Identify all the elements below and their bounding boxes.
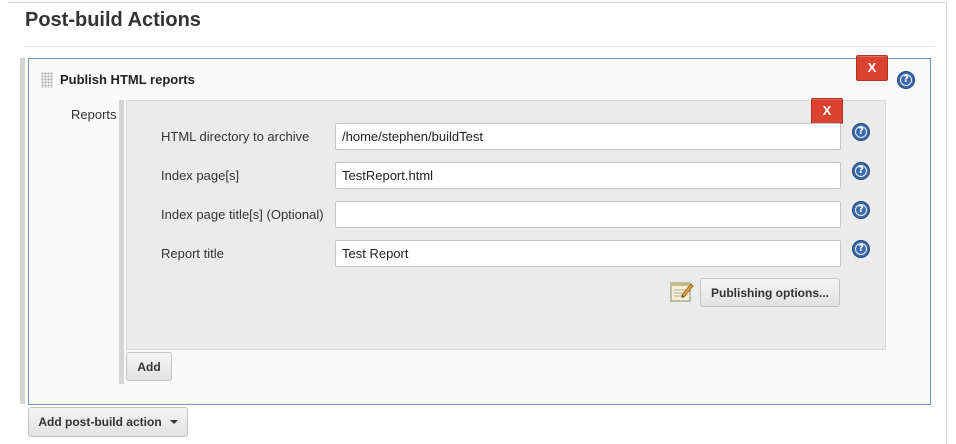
publishing-options-button[interactable]: Publishing options... xyxy=(700,278,840,307)
reports-label: Reports xyxy=(71,107,117,122)
help-icon[interactable]: ? xyxy=(897,71,915,89)
help-icon[interactable]: ? xyxy=(852,123,870,141)
help-icon-glyph: ? xyxy=(903,74,909,85)
step-title: Publish HTML reports xyxy=(60,72,195,87)
html-directory-input[interactable] xyxy=(335,123,841,150)
drag-handle-icon[interactable] xyxy=(41,72,53,88)
index-pages-input[interactable] xyxy=(335,162,841,189)
index-page-titles-input[interactable] xyxy=(335,201,841,228)
help-icon[interactable]: ? xyxy=(852,240,870,258)
report-title-label: Report title xyxy=(161,246,224,261)
help-icon-glyph: ? xyxy=(858,243,864,254)
reports-stripe xyxy=(119,100,124,384)
caret-down-icon xyxy=(169,420,178,424)
help-icon-glyph: ? xyxy=(858,165,864,176)
help-icon-glyph: ? xyxy=(858,126,864,137)
section-divider xyxy=(24,46,934,47)
help-icon[interactable]: ? xyxy=(852,162,870,180)
notepad-icon xyxy=(670,282,694,302)
index-page-titles-label: Index page title[s] (Optional) xyxy=(161,207,324,222)
add-report-button[interactable]: Add xyxy=(126,352,172,381)
index-pages-label: Index page[s] xyxy=(161,168,240,183)
add-post-build-action-label: Add post-build action xyxy=(38,415,162,429)
delete-report-button[interactable]: X xyxy=(811,98,843,124)
html-directory-label: HTML directory to archive xyxy=(161,129,310,144)
step-stripe xyxy=(20,58,25,404)
help-icon-glyph: ? xyxy=(858,204,864,215)
help-icon[interactable]: ? xyxy=(852,201,870,219)
section-title: Post-build Actions xyxy=(25,9,201,31)
page-border-right xyxy=(946,2,947,444)
page-border-top xyxy=(8,2,946,3)
delete-step-button[interactable]: X xyxy=(856,55,888,81)
report-title-input[interactable] xyxy=(335,240,841,267)
add-post-build-action-button[interactable]: Add post-build action xyxy=(28,407,188,437)
